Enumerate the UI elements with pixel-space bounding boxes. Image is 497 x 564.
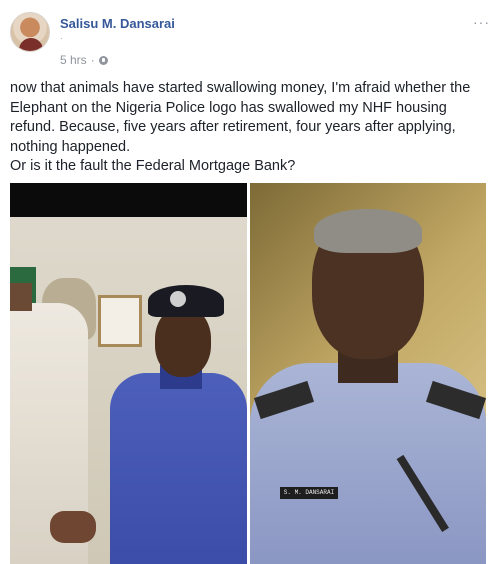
left-figure-face (10, 283, 32, 311)
post-body-text: now that animals have started swallowing… (10, 79, 488, 177)
cap-badge-icon (170, 291, 186, 307)
uniform-nametag: S. M. DANSARAI (280, 487, 338, 499)
police-cap (148, 285, 224, 317)
photo-left-handshake[interactable] (10, 183, 247, 564)
post-header: Salisu M. Dansarai · 5 hrs · ··· (10, 12, 490, 72)
post-paragraph-2: Or is it the fault the Federal Mortgage … (10, 158, 296, 174)
handshake-hands (50, 511, 96, 543)
police-uniform (110, 373, 247, 564)
photo-right-portrait[interactable]: S. M. DANSARAI (250, 183, 486, 564)
secondary-line: · (60, 34, 63, 43)
globe-icon[interactable] (98, 55, 108, 65)
portrait-hair (314, 209, 422, 253)
wall-portrait-frame (98, 295, 142, 347)
author-avatar[interactable] (10, 12, 50, 52)
photo-top-band (10, 183, 247, 217)
post-photos: S. M. DANSARAI (10, 183, 486, 564)
officer-face (155, 307, 211, 377)
post-paragraph-1: now that animals have started swallowing… (10, 80, 471, 155)
author-name-link[interactable]: Salisu M. Dansarai (60, 16, 175, 31)
meta-separator: · (90, 53, 95, 67)
post-timestamp[interactable]: 5 hrs (60, 53, 87, 67)
post-meta: 5 hrs · (60, 53, 108, 67)
more-options-icon[interactable]: ··· (473, 14, 490, 30)
